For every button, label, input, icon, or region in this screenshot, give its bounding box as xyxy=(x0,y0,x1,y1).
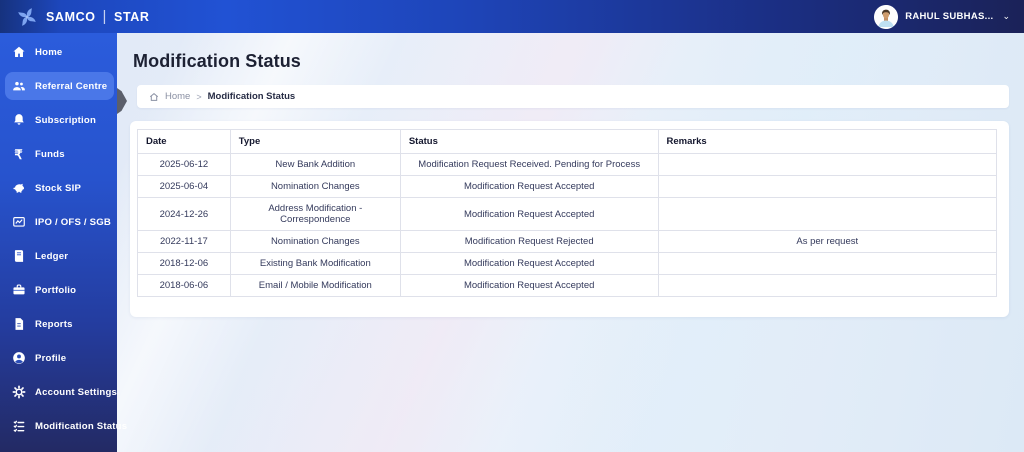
sidebar-item-label: Funds xyxy=(35,148,65,160)
table-cell: Nomination Changes xyxy=(229,230,401,253)
table-cell: Existing Bank Modification xyxy=(229,252,401,275)
brand-name: SAMCO xyxy=(46,9,96,24)
sidebar-item-ledger[interactable]: Ledger xyxy=(5,242,114,270)
top-header: SAMCO | STAR RAHUL SUBHAS... ⌄ xyxy=(0,0,1024,33)
column-header: Date xyxy=(137,129,231,154)
table-body: 2025-06-12 New Bank Addition Modification … xyxy=(137,153,998,297)
column-header: Remarks xyxy=(657,129,998,154)
app-window: SAMCO | STAR RAHUL SUBHAS... ⌄ Home Refe… xyxy=(0,0,1024,452)
sidebar-item-label: Ledger xyxy=(35,250,69,262)
brand-separator: | xyxy=(102,8,108,25)
table-cell: Email / Mobile Modification xyxy=(229,274,401,297)
sidebar-item-home[interactable]: Home xyxy=(5,38,114,66)
main-content: Modification Status Home > Modification … xyxy=(117,33,1024,452)
table-cell xyxy=(657,175,998,198)
person-icon xyxy=(11,351,26,366)
sidebar-item-stock-sip[interactable]: Stock SIP xyxy=(5,174,114,202)
sidebar-nav: Home Referral Centre Subscription ₹ Funds Sto… xyxy=(0,38,127,440)
column-header: Type xyxy=(229,129,401,154)
piggy-bank-icon xyxy=(11,181,26,196)
table-cell: 2018-06-06 xyxy=(137,274,231,297)
samco-logo-icon xyxy=(16,6,38,28)
rupee-icon: ₹ xyxy=(14,146,23,162)
checklist-icon xyxy=(11,419,26,434)
sidebar-item-label: Stock SIP xyxy=(35,182,82,194)
user-menu[interactable]: RAHUL SUBHAS... ⌄ xyxy=(874,4,1010,29)
sidebar-item-portfolio[interactable]: Portfolio xyxy=(5,276,114,304)
table-row: 2022-11-17 Nomination Changes Modification… xyxy=(137,230,998,253)
sidebar-item-referral-centre[interactable]: Referral Centre xyxy=(5,72,114,100)
table-cell: 2025-06-04 xyxy=(137,175,231,198)
gear-icon xyxy=(11,385,26,400)
modification-status-card: Date Type Status Remarks 2025-06-12 New Bank… xyxy=(130,121,1009,317)
chevron-down-icon: ⌄ xyxy=(1002,11,1010,21)
page-title: Modification Status xyxy=(133,51,301,71)
table-cell: New Bank Addition xyxy=(229,153,401,176)
briefcase-icon xyxy=(11,283,26,298)
table-cell: 2018-12-06 xyxy=(137,252,231,275)
table-cell: Modification Request Accepted xyxy=(399,175,659,198)
table-cell: Modification Request Rejected xyxy=(399,230,659,253)
table-header-row: Date Type Status Remarks xyxy=(137,129,998,154)
sidebar-item-label: Reports xyxy=(35,318,73,330)
table-cell: Modification Request Accepted xyxy=(399,197,659,231)
table-row: 2018-06-06 Email / Mobile Modification Mod… xyxy=(137,274,998,297)
table-cell xyxy=(657,274,998,297)
brand[interactable]: SAMCO | STAR xyxy=(16,6,150,28)
table-row: 2024-12-26 Address Modification - Corresp… xyxy=(137,197,998,231)
avatar xyxy=(874,4,899,29)
sidebar-item-account-settings[interactable]: Account Settings xyxy=(5,378,118,406)
table-cell: Modification Request Accepted xyxy=(399,252,659,275)
table-cell: Nomination Changes xyxy=(229,175,401,198)
table-cell: Modification Request Accepted xyxy=(399,274,659,297)
column-header: Status xyxy=(399,129,659,154)
user-name: RAHUL SUBHAS... xyxy=(905,11,994,22)
sidebar-item-funds[interactable]: ₹ Funds xyxy=(5,140,114,168)
sidebar-item-subscription[interactable]: Subscription xyxy=(5,106,114,134)
table-cell: Modification Request Received. Pending f… xyxy=(399,153,659,176)
table-cell: 2025-06-12 xyxy=(137,153,231,176)
table-cell: As per request xyxy=(657,230,998,253)
home-icon xyxy=(149,92,159,102)
chart-icon xyxy=(11,215,26,230)
sidebar-item-label: Referral Centre xyxy=(35,80,108,92)
home-icon xyxy=(11,45,26,60)
sidebar-item-label: Portfolio xyxy=(35,284,77,296)
table-row: 2018-12-06 Existing Bank Modification Modi… xyxy=(137,252,998,275)
table-row: 2025-06-12 New Bank Addition Modification … xyxy=(137,153,998,176)
table-cell: 2024-12-26 xyxy=(137,197,231,231)
breadcrumb-current: Modification Status xyxy=(207,91,296,102)
brand-product: STAR xyxy=(114,9,150,24)
breadcrumb-separator: > xyxy=(196,91,202,102)
sidebar-item-ipo-ofs-sgb[interactable]: IPO / OFS / SGB xyxy=(5,208,114,236)
sidebar-item-reports[interactable]: Reports xyxy=(5,310,114,338)
modification-status-table: Date Type Status Remarks 2025-06-12 New Bank… xyxy=(137,129,998,297)
table-row: 2025-06-04 Nomination Changes Modification… xyxy=(137,175,998,198)
table-cell: Address Modification - Correspondence xyxy=(229,197,401,231)
breadcrumb: Home > Modification Status xyxy=(137,85,1009,108)
breadcrumb-home-link[interactable]: Home xyxy=(165,91,190,102)
sidebar-item-label: IPO / OFS / SGB xyxy=(35,216,112,228)
sidebar-item-profile[interactable]: Profile xyxy=(5,344,114,372)
sidebar-item-modification-status[interactable]: Modification Status xyxy=(5,412,127,440)
sidebar-item-label: Modification Status xyxy=(35,420,128,432)
sidebar-item-label: Profile xyxy=(35,352,67,364)
sidebar-item-label: Account Settings xyxy=(35,386,118,398)
people-icon xyxy=(11,79,26,94)
table-cell: 2022-11-17 xyxy=(137,230,231,253)
sidebar: Home Referral Centre Subscription ₹ Funds Sto… xyxy=(0,33,127,452)
document-icon xyxy=(11,317,26,332)
table-cell xyxy=(657,197,998,231)
table-cell xyxy=(657,153,998,176)
table-cell xyxy=(657,252,998,275)
bell-icon xyxy=(11,113,26,128)
sidebar-item-label: Home xyxy=(35,46,63,58)
book-icon xyxy=(11,249,26,264)
sidebar-item-label: Subscription xyxy=(35,114,97,126)
